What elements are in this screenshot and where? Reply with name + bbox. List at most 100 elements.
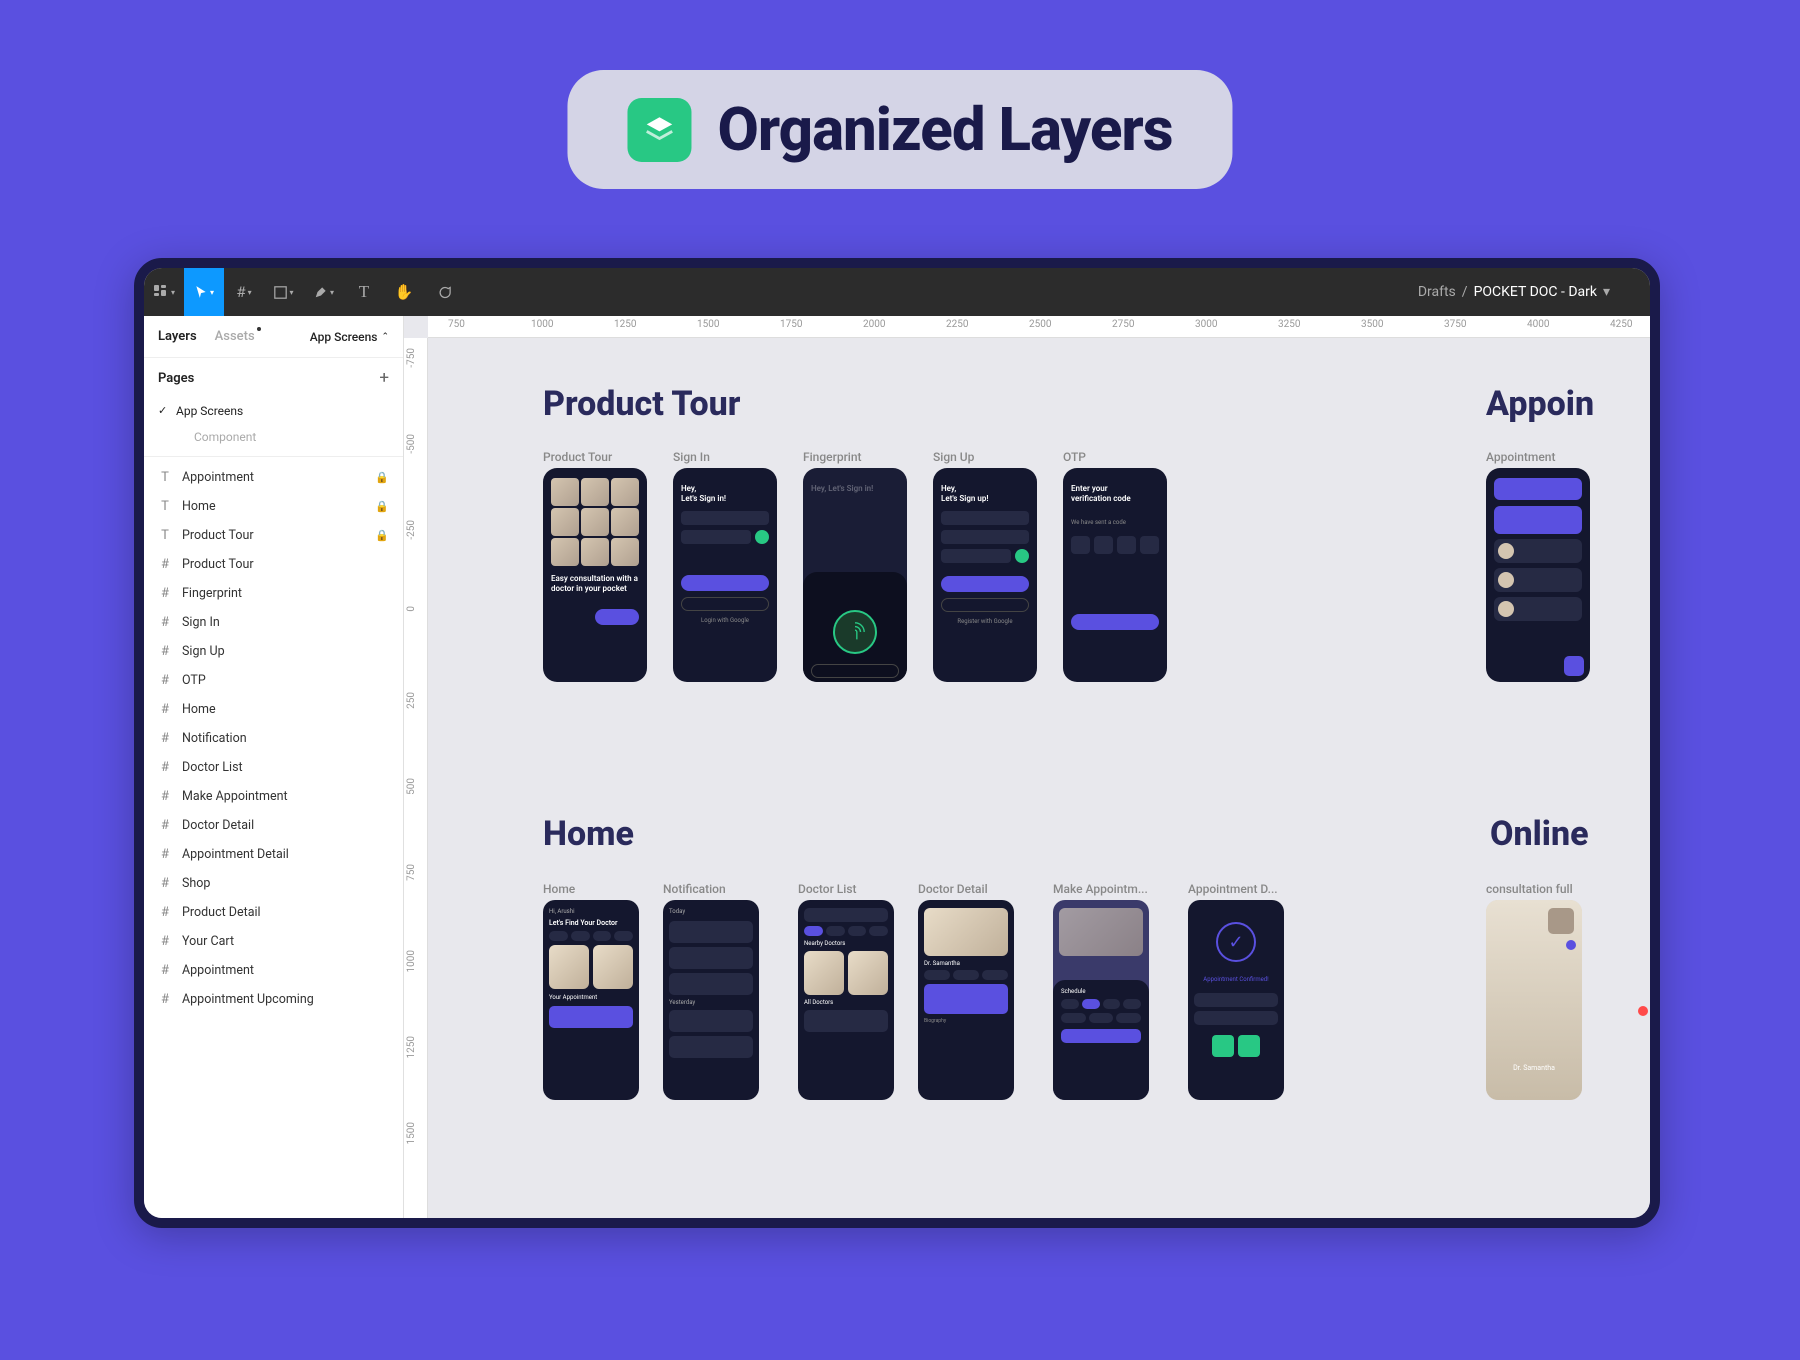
fingerprint-icon — [833, 610, 877, 654]
breadcrumb[interactable]: Drafts / POCKET DOC - Dark ▾ — [1418, 284, 1610, 300]
layer-item[interactable]: #Sign Up — [144, 637, 403, 666]
frame-icon: # — [158, 702, 172, 717]
frame-icon: # — [158, 644, 172, 659]
frame-product-tour[interactable]: Easy consultation with a doctor in your … — [543, 468, 647, 682]
pages-section: Pages + App Screens Component — [144, 358, 403, 457]
red-indicator — [1638, 1006, 1648, 1016]
pages-header: Pages + — [158, 368, 389, 388]
breadcrumb-drafts[interactable]: Drafts — [1418, 284, 1456, 300]
layer-item[interactable]: #Home — [144, 695, 403, 724]
frame-doctor-detail[interactable]: Dr. Samantha Biography — [918, 900, 1014, 1100]
chevron-down-icon: ▾ — [330, 288, 334, 297]
frame-fingerprint[interactable]: Hey, Let's Sign in! — [803, 468, 907, 682]
ruler-horizontal: 7501000125015001750200022502500275030003… — [428, 316, 1650, 338]
frame-label[interactable]: Home — [543, 882, 575, 896]
frame-notification[interactable]: Today Yesterday — [663, 900, 759, 1100]
frame-label[interactable]: Sign In — [673, 450, 710, 464]
layer-item[interactable]: #Appointment Detail — [144, 840, 403, 869]
frame-appointment[interactable] — [1486, 468, 1590, 682]
frame-icon: # — [158, 557, 172, 572]
frame-otp[interactable]: Enter your verification code We have sen… — [1063, 468, 1167, 682]
layer-item[interactable]: TProduct Tour🔒 — [144, 521, 403, 550]
frame-label[interactable]: Sign Up — [933, 450, 974, 464]
layer-item[interactable]: #Notification — [144, 724, 403, 753]
layer-item[interactable]: #Make Appointment — [144, 782, 403, 811]
hand-tool[interactable]: ✋ — [384, 268, 424, 316]
frame-label[interactable]: Appointment — [1486, 450, 1555, 464]
frame-icon: # — [158, 847, 172, 862]
page-item-app-screens[interactable]: App Screens — [158, 398, 389, 424]
frame-icon: # — [158, 615, 172, 630]
pen-tool[interactable]: ▾ — [304, 268, 344, 316]
text-icon: T — [158, 528, 172, 543]
pen-icon — [314, 285, 328, 299]
frame-tool[interactable]: # ▾ — [224, 268, 264, 316]
frame-appointment-detail[interactable]: ✓ Appointment Confirmed! — [1188, 900, 1284, 1100]
chevron-down-icon: ▾ — [171, 288, 175, 297]
move-tool[interactable]: ▾ — [184, 268, 224, 316]
text-icon: T — [359, 282, 369, 302]
frame-label[interactable]: Make Appointm... — [1053, 882, 1148, 896]
layer-item[interactable]: #Doctor List — [144, 753, 403, 782]
frame-icon: # — [158, 818, 172, 833]
layer-item[interactable]: #Appointment Upcoming — [144, 985, 403, 1014]
layers-list[interactable]: TAppointment🔒THome🔒TProduct Tour🔒#Produc… — [144, 457, 403, 1218]
comment-tool[interactable] — [424, 268, 464, 316]
rectangle-icon — [274, 286, 287, 299]
chevron-down-icon[interactable]: ▾ — [1603, 284, 1610, 300]
frame-home[interactable]: Hi, Arushi Let's Find Your Doctor Your A… — [543, 900, 639, 1100]
tab-layers[interactable]: Layers — [158, 329, 197, 344]
layer-item[interactable]: #Product Tour — [144, 550, 403, 579]
section-title-home: Home — [543, 814, 634, 854]
layer-item[interactable]: #Your Cart — [144, 927, 403, 956]
text-tool[interactable]: T — [344, 268, 384, 316]
frame-make-appointment[interactable]: Schedule — [1053, 900, 1149, 1100]
frame-icon: # — [158, 992, 172, 1007]
layer-item[interactable]: #Fingerprint — [144, 579, 403, 608]
canvas-content[interactable]: Product Tour Appoin Home Online Product … — [428, 338, 1650, 1218]
frame-label[interactable]: consultation full — [1486, 882, 1573, 896]
frame-icon: # — [158, 905, 172, 920]
add-page-button[interactable]: + — [379, 368, 389, 388]
breadcrumb-file[interactable]: POCKET DOC - Dark — [1474, 284, 1597, 300]
main-menu-button[interactable]: ▾ — [144, 268, 184, 316]
lock-icon: 🔒 — [375, 471, 389, 484]
section-title-online: Online — [1490, 814, 1589, 854]
tab-assets[interactable]: Assets — [215, 329, 255, 344]
frame-icon: # — [158, 934, 172, 949]
layer-item[interactable]: #Sign In — [144, 608, 403, 637]
page-selector[interactable]: App Screens ⌃ — [310, 330, 389, 344]
chevron-down-icon: ▾ — [289, 288, 293, 297]
frame-label[interactable]: Fingerprint — [803, 450, 862, 464]
frame-label[interactable]: Notification — [663, 882, 726, 896]
frame-label[interactable]: Product Tour — [543, 450, 612, 464]
figma-window: ▾ ▾ # ▾ ▾ ▾ T ✋ Drafts / POCKET — [134, 258, 1660, 1228]
layer-item[interactable]: TAppointment🔒 — [144, 463, 403, 492]
page-item-component[interactable]: Component — [158, 424, 389, 450]
shape-tool[interactable]: ▾ — [264, 268, 304, 316]
lock-icon: 🔒 — [375, 500, 389, 513]
frame-icon: # — [158, 876, 172, 891]
title-badge: Organized Layers — [567, 70, 1232, 189]
frame-consultation[interactable]: Dr. Samantha — [1486, 900, 1582, 1100]
layer-item[interactable]: #Shop — [144, 869, 403, 898]
layer-item[interactable]: #Product Detail — [144, 898, 403, 927]
frame-label[interactable]: Doctor List — [798, 882, 857, 896]
layer-item[interactable]: #Appointment — [144, 956, 403, 985]
frame-doctor-list[interactable]: Nearby Doctors All Doctors — [798, 900, 894, 1100]
layer-item[interactable]: THome🔒 — [144, 492, 403, 521]
check-icon: ✓ — [1216, 922, 1256, 962]
canvas[interactable]: 7501000125015001750200022502500275030003… — [404, 316, 1650, 1218]
section-title-appointment: Appoin — [1486, 384, 1594, 424]
ruler-vertical: -750-500-2500250500750100012501500 — [404, 338, 428, 1218]
frame-label[interactable]: Doctor Detail — [918, 882, 988, 896]
layer-item[interactable]: #OTP — [144, 666, 403, 695]
layer-item[interactable]: #Doctor Detail — [144, 811, 403, 840]
frame-sign-up[interactable]: Hey, Let's Sign up! Register with Google — [933, 468, 1037, 682]
section-title-product-tour: Product Tour — [543, 384, 740, 424]
panel-tabs: Layers Assets App Screens ⌃ — [144, 316, 403, 358]
frame-sign-in[interactable]: Hey, Let's Sign in! Login with Google — [673, 468, 777, 682]
frame-icon: # — [158, 789, 172, 804]
frame-label[interactable]: OTP — [1063, 450, 1086, 464]
frame-label[interactable]: Appointment D... — [1188, 882, 1278, 896]
